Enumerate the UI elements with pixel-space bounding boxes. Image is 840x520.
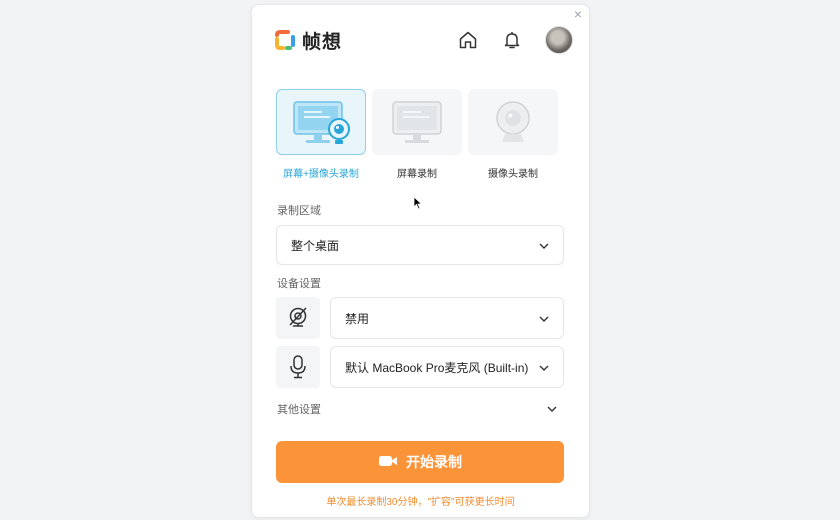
video-camera-icon xyxy=(378,454,398,471)
mode-screen[interactable]: 屏幕录制 xyxy=(372,89,462,180)
bell-icon[interactable] xyxy=(501,29,523,51)
mode-label: 屏幕+摄像头录制 xyxy=(283,169,359,180)
close-icon[interactable]: × xyxy=(571,7,585,21)
duration-hint: 单次最长录制30分钟，"扩容"可获更长时间 xyxy=(326,497,515,508)
mode-label: 屏幕录制 xyxy=(397,169,437,180)
start-recording-button[interactable]: 开始录制 xyxy=(276,441,564,483)
mouse-cursor-icon xyxy=(413,196,423,215)
chevron-down-icon xyxy=(539,360,549,374)
record-area-select[interactable]: 整个桌面 xyxy=(276,225,564,265)
camera-select[interactable]: 禁用 xyxy=(330,297,564,339)
other-settings-toggle[interactable]: 其他设置 xyxy=(277,401,557,417)
camera-value: 禁用 xyxy=(345,311,370,326)
home-icon[interactable] xyxy=(457,29,479,51)
chevron-down-icon xyxy=(539,311,549,325)
start-recording-label: 开始录制 xyxy=(406,454,462,470)
microphone-value: 默认 MacBook Pro麦克风 (Built-in) xyxy=(345,360,529,375)
camera-disabled-icon xyxy=(276,297,320,339)
recorder-panel: × 帧想 屏幕+摄像头录制 屏幕录制 摄像头录制 录制区域 整个桌面 设备设置 … xyxy=(251,4,590,518)
mode-selector: 屏幕+摄像头录制 屏幕录制 摄像头录制 xyxy=(276,89,566,180)
other-settings-label: 其他设置 xyxy=(277,404,321,416)
microphone-select[interactable]: 默认 MacBook Pro麦克风 (Built-in) xyxy=(330,346,564,388)
webcam-icon xyxy=(468,89,558,155)
logo-icon xyxy=(274,29,296,51)
microphone-icon xyxy=(276,346,320,388)
record-area-label: 录制区域 xyxy=(277,205,321,217)
mode-screen-camera[interactable]: 屏幕+摄像头录制 xyxy=(276,89,366,180)
mode-camera[interactable]: 摄像头录制 xyxy=(468,89,558,180)
record-area-value: 整个桌面 xyxy=(291,238,340,253)
chevron-down-icon xyxy=(547,403,557,415)
app-name: 帧想 xyxy=(302,31,343,53)
app-logo: 帧想 xyxy=(274,27,342,54)
device-settings-label: 设备设置 xyxy=(277,278,321,290)
screen-icon xyxy=(372,89,462,155)
header: 帧想 xyxy=(274,23,573,57)
screen-camera-icon xyxy=(276,89,366,155)
mode-label: 摄像头录制 xyxy=(488,169,538,180)
chevron-down-icon xyxy=(539,238,549,252)
avatar[interactable] xyxy=(545,26,573,54)
